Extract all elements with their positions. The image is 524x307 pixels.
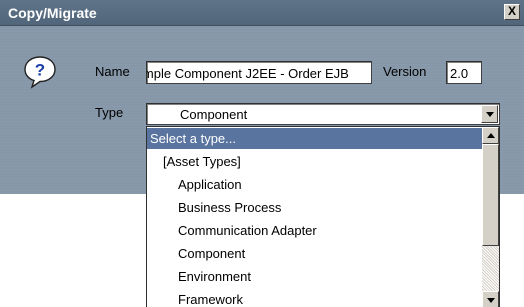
chevron-up-icon <box>487 133 495 138</box>
type-select[interactable]: Component <box>146 103 500 125</box>
type-select-value: Component <box>180 107 248 122</box>
version-label: Version <box>383 64 427 79</box>
list-item-application[interactable]: Application <box>147 174 484 195</box>
list-item-business-process[interactable]: Business Process <box>147 197 484 218</box>
scrollbar-thumb[interactable] <box>482 144 499 246</box>
list-item-component[interactable]: Component <box>147 243 484 264</box>
dialog-title: Copy/Migrate <box>8 5 97 21</box>
list-item-framework[interactable]: Framework <box>147 289 484 307</box>
name-field[interactable]: Sample Component J2EE - Order EJB <box>146 61 372 84</box>
close-button[interactable]: X <box>504 4 520 20</box>
question-mark-icon: ? <box>24 56 56 89</box>
name-field-value: Sample Component J2EE - Order EJB <box>146 66 349 81</box>
type-label: Type <box>95 105 124 120</box>
scroll-down-button[interactable] <box>482 291 499 307</box>
version-field-value: 2.0 <box>450 66 469 81</box>
list-scrollbar[interactable] <box>482 127 499 307</box>
type-dropdown-list[interactable]: Select a type... [Asset Types] Applicati… <box>146 126 500 307</box>
list-item-select-a-type[interactable]: Select a type... <box>147 128 484 149</box>
chevron-down-icon <box>486 112 494 117</box>
title-bar[interactable]: Copy/Migrate X <box>0 0 524 26</box>
name-label: Name <box>95 64 130 79</box>
list-item-environment[interactable]: Environment <box>147 266 484 287</box>
list-item-asset-types[interactable]: [Asset Types] <box>147 151 484 172</box>
svg-text:?: ? <box>35 61 45 80</box>
type-dropdown-button[interactable] <box>481 105 498 123</box>
list-item-communication-adapter[interactable]: Communication Adapter <box>147 220 484 241</box>
scroll-up-button[interactable] <box>482 127 499 144</box>
close-icon: X <box>507 4 516 18</box>
chevron-down-icon <box>487 298 495 303</box>
version-field[interactable]: 2.0 <box>446 61 482 84</box>
